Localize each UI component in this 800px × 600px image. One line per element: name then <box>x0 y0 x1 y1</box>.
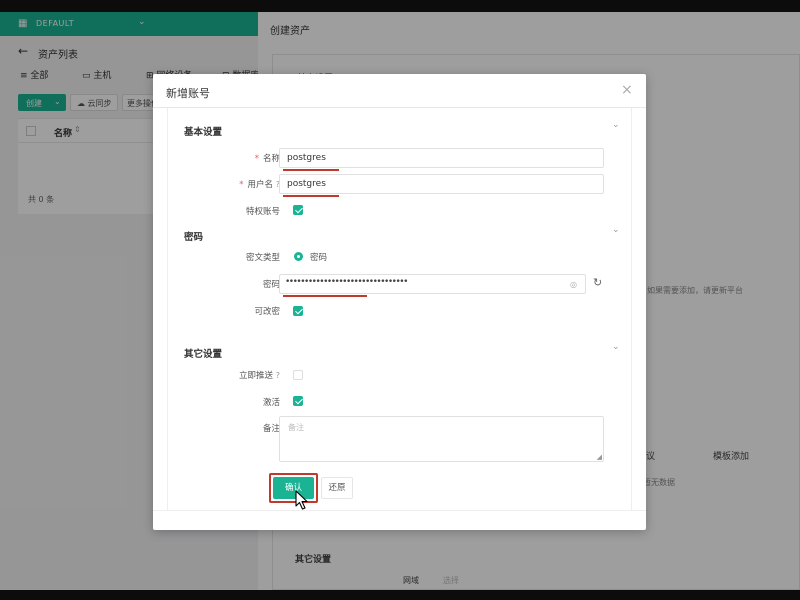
annotation-underline <box>283 195 339 197</box>
dialog-title: 新增账号 <box>166 87 210 100</box>
close-icon[interactable]: × <box>621 83 633 97</box>
reset-button[interactable]: 还原 <box>321 477 353 499</box>
push-now-checkbox[interactable] <box>293 370 303 380</box>
annotation-underline <box>283 169 339 171</box>
name-label: * 名称 <box>254 154 280 164</box>
comment-textarea[interactable]: 备注 ◢ <box>279 416 604 462</box>
annotation-underline <box>283 295 367 297</box>
changeable-checkbox[interactable] <box>293 306 303 316</box>
username-input[interactable]: postgres <box>279 174 604 194</box>
app-screen: ▦ DEFAULT ⌄ ← 资产列表 ≡ 全部 ▭ 主机 ⊞ 网络设备 ⊟ 数据… <box>0 12 800 590</box>
secret-type-password-label: 密码 <box>310 253 328 263</box>
privileged-checkbox[interactable] <box>293 205 303 215</box>
mouse-cursor-icon <box>295 490 308 510</box>
chevron-down-icon[interactable]: ⌄ <box>612 120 620 130</box>
name-input[interactable]: postgres <box>279 148 604 168</box>
other-settings-section: 其它设置 <box>184 349 223 360</box>
privileged-label: 特权账号 <box>245 207 280 217</box>
password-input[interactable]: •••••••••••••••••••••••••••••••• ◎ <box>279 274 586 294</box>
active-checkbox[interactable] <box>293 396 303 406</box>
secret-type-label: 密文类型 <box>245 253 280 263</box>
dialog-header: 新增账号 × <box>153 74 646 108</box>
push-now-label: 立即推送 ? <box>239 371 280 381</box>
dialog-body: 基本设置 ⌄ * 名称 postgres * 用户名 ? postgres 特权账号… <box>167 108 632 510</box>
chevron-down-icon[interactable]: ⌄ <box>612 225 620 235</box>
dialog-footer-divider <box>153 510 646 511</box>
basic-settings-section: 基本设置 <box>184 127 223 138</box>
help-icon: ? <box>275 371 280 380</box>
username-label: * 用户名 ? <box>239 180 280 190</box>
comment-label: 备注 <box>262 424 280 434</box>
changeable-label: 可改密 <box>254 307 280 317</box>
letterbox-top <box>0 0 800 12</box>
password-section: 密码 <box>184 232 204 243</box>
chevron-down-icon[interactable]: ⌄ <box>612 342 620 352</box>
resize-grip-icon[interactable]: ◢ <box>597 453 602 461</box>
letterbox-bottom <box>0 590 800 600</box>
secret-type-password-radio[interactable] <box>294 252 303 261</box>
add-account-dialog: 新增账号 × 基本设置 ⌄ * 名称 postgres * 用户名 ? postgr… <box>153 74 646 530</box>
eye-icon[interactable]: ◎ <box>570 280 577 289</box>
password-label: 密码 <box>262 280 280 290</box>
refresh-icon[interactable]: ↻ <box>593 276 602 289</box>
active-label: 激活 <box>262 398 280 408</box>
